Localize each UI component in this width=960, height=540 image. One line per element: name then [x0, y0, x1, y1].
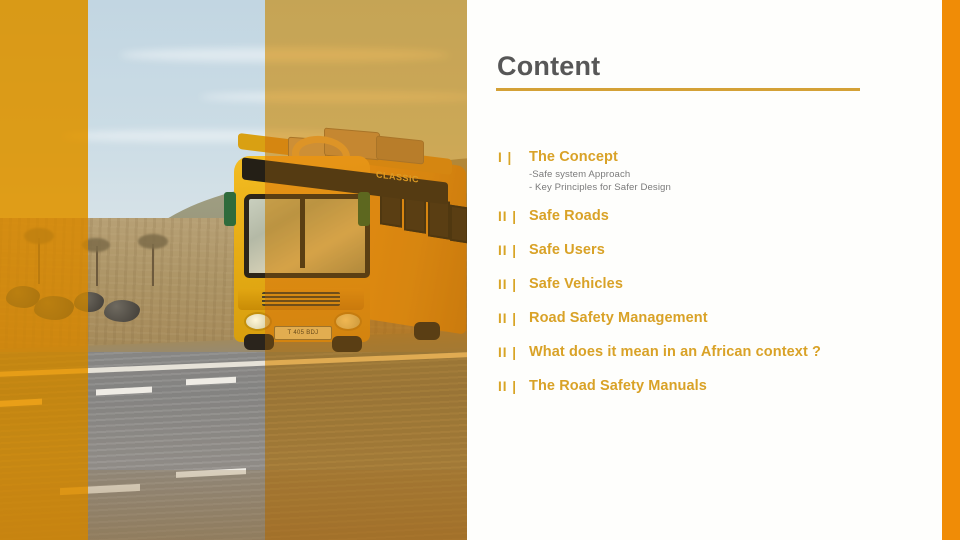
toc-text: The Road Safety Manuals: [529, 377, 960, 396]
toc-text: What does it mean in an African context …: [529, 343, 960, 362]
toc-text: Road Safety Management: [529, 309, 960, 328]
tree: [152, 244, 154, 286]
toc-text: Safe Roads: [529, 207, 960, 226]
toc-text: The Concept -Safe system Approach - Key …: [529, 148, 960, 194]
toc-marker: II |: [498, 277, 518, 292]
toc-subitems: -Safe system Approach - Key Principles f…: [529, 169, 960, 194]
toc-label: The Concept: [529, 149, 618, 165]
toc-marker: II |: [498, 311, 518, 326]
toc-item[interactable]: II | Road Safety Management: [467, 309, 960, 328]
toc-marker: II |: [498, 209, 518, 224]
toc-marker: II |: [498, 379, 518, 394]
toc-item[interactable]: II | Safe Users: [467, 241, 960, 260]
title-underline: [496, 88, 860, 91]
toc-label: Road Safety Management: [529, 310, 708, 326]
toc-label: Safe Roads: [529, 208, 609, 224]
toc-label: What does it mean in an African context …: [529, 344, 821, 360]
photo-overlay-mid-wash: [265, 0, 467, 540]
tree-canopy: [138, 234, 168, 249]
page-title: Content: [497, 51, 601, 81]
slide: CLASSIC T 405 BDJ Content: [0, 0, 960, 540]
side-mirror: [224, 192, 236, 226]
toc-marker: I |: [498, 150, 513, 165]
content-area: Content I | The Concept -Safe system App…: [467, 0, 960, 540]
photo-overlay-strong-wash: [0, 0, 88, 540]
toc-subitem: -Safe system Approach: [529, 169, 631, 180]
tree: [96, 246, 98, 286]
toc-text: Safe Users: [529, 241, 960, 260]
right-accent-bar: [942, 0, 960, 540]
table-of-contents: I | The Concept -Safe system Approach - …: [467, 148, 960, 409]
rock: [104, 300, 140, 322]
toc-item[interactable]: II | Safe Vehicles: [467, 275, 960, 294]
toc-item[interactable]: II | Safe Roads: [467, 207, 960, 226]
toc-label: Safe Users: [529, 242, 605, 258]
toc-item[interactable]: I | The Concept -Safe system Approach - …: [467, 148, 960, 194]
toc-text: Safe Vehicles: [529, 275, 960, 294]
photo-panel: CLASSIC T 405 BDJ: [0, 0, 467, 540]
toc-subitem: - Key Principles for Safer Design: [529, 181, 671, 193]
toc-marker: II |: [498, 243, 518, 258]
toc-item[interactable]: II | The Road Safety Manuals: [467, 377, 960, 396]
toc-marker: II |: [498, 345, 518, 360]
toc-label: Safe Vehicles: [529, 276, 623, 292]
toc-label: The Road Safety Manuals: [529, 378, 707, 394]
toc-item[interactable]: II | What does it mean in an African con…: [467, 343, 960, 362]
road-photo: CLASSIC T 405 BDJ: [0, 0, 467, 540]
